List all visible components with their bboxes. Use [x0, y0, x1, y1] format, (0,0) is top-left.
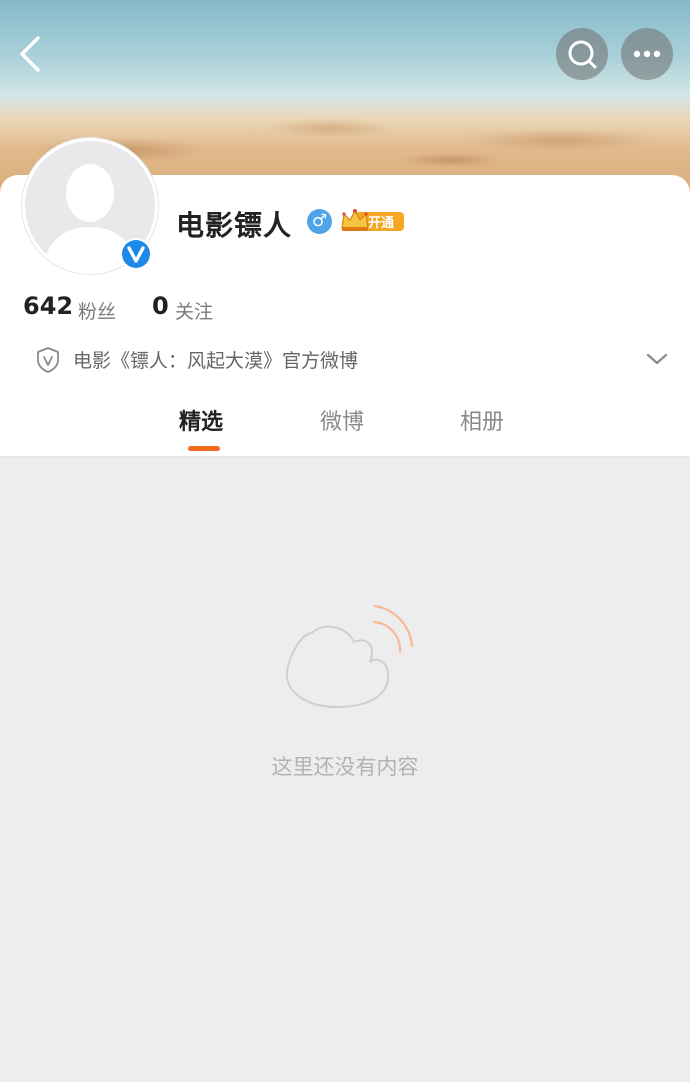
following-count[interactable]: 0 — [152, 292, 169, 320]
verified-badge — [120, 238, 152, 270]
tabs-divider — [0, 456, 690, 457]
followers-label[interactable]: 粉丝 — [78, 297, 116, 324]
active-tab-indicator — [188, 446, 220, 451]
following-label[interactable]: 关注 — [175, 297, 213, 324]
male-gender-icon: ♂ — [307, 209, 332, 234]
tab-weibo[interactable]: 微博 — [320, 404, 364, 436]
shield-v-icon — [37, 347, 59, 373]
empty-state-message: 这里还没有内容 — [271, 755, 419, 779]
profile-description: 电影《镖人：风起大漠》官方微博 — [73, 350, 359, 372]
followers-count[interactable]: 642 — [23, 292, 73, 320]
more-horizontal-icon — [633, 50, 661, 58]
weibo-empty-icon — [285, 604, 414, 709]
tab-featured[interactable]: 精选 — [179, 404, 223, 436]
chevron-left-icon — [20, 36, 40, 72]
vip-open-label[interactable]: 开通 — [368, 212, 394, 231]
verified-v-icon — [122, 240, 150, 268]
back-button[interactable] — [14, 32, 50, 76]
tab-album[interactable]: 相册 — [460, 404, 504, 436]
profile-name: 电影镖人 — [176, 209, 293, 242]
search-button[interactable] — [556, 28, 608, 80]
more-button[interactable] — [621, 28, 673, 80]
chevron-down-icon[interactable] — [644, 350, 670, 368]
search-icon — [568, 40, 597, 69]
